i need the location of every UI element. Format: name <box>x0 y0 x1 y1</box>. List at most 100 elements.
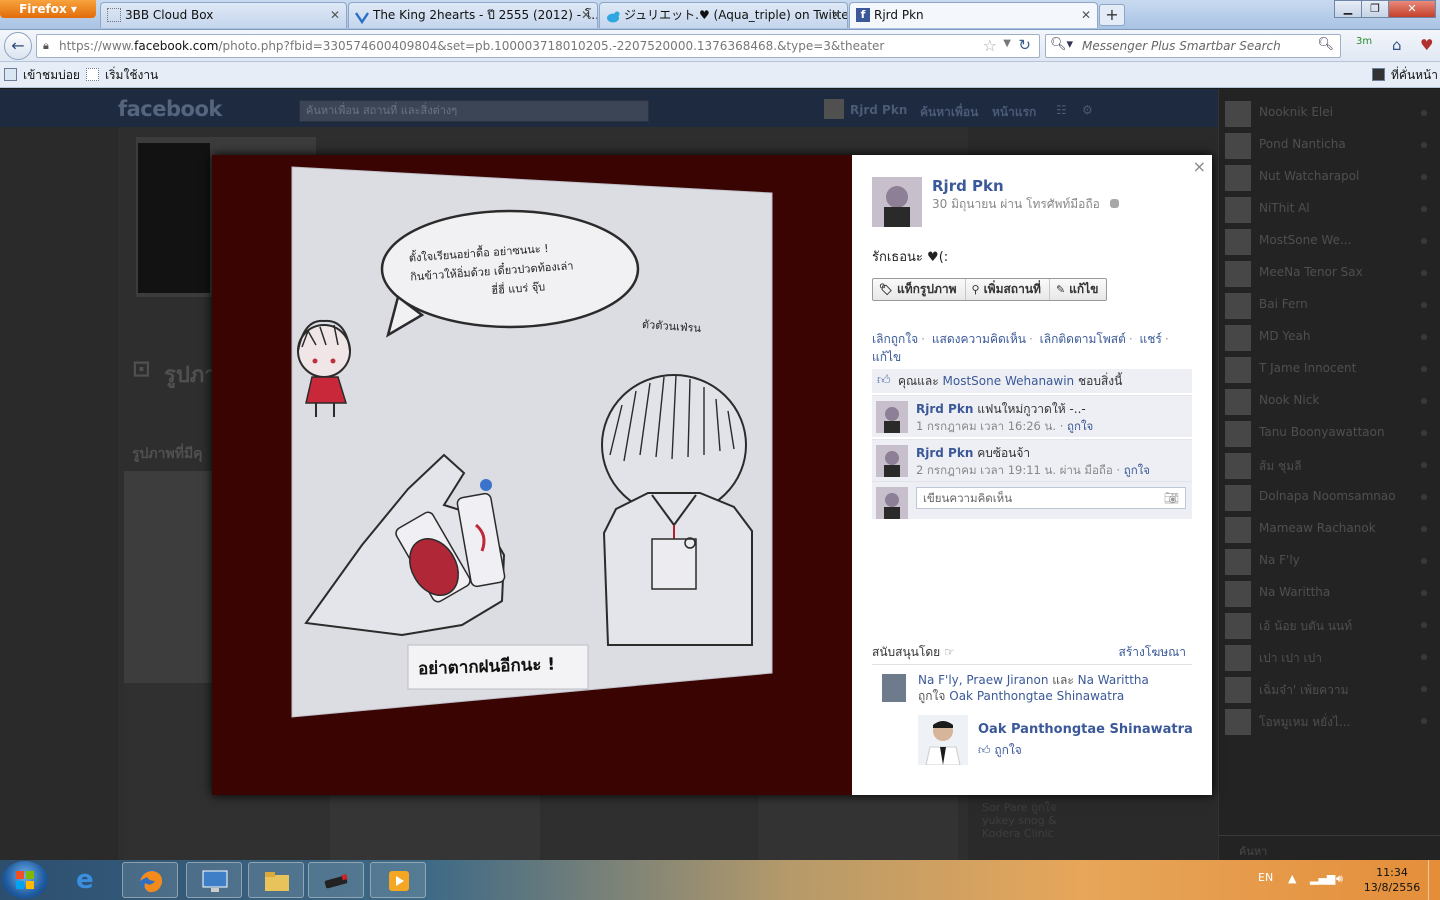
close-tab-icon[interactable]: ✕ <box>1081 3 1091 27</box>
privacy-icon[interactable] <box>1109 199 1119 208</box>
home-icon[interactable]: ⌂ <box>1392 36 1402 54</box>
tab-3bb[interactable]: 3BB Cloud Box ✕ <box>100 2 347 28</box>
close-tab-icon[interactable]: ✕ <box>330 3 340 27</box>
tab-twitter[interactable]: ジュリエット.♥ (Aqua_triple) on Twitter ✕ <box>599 2 848 28</box>
unfollow-post-link[interactable]: เลิกติดตามโพสต์ <box>1040 332 1126 346</box>
comment-like-link[interactable]: ถูกใจ <box>1124 463 1150 477</box>
clock[interactable]: 11:34 13/8/2556 <box>1362 865 1422 895</box>
show-desktop-button[interactable] <box>1428 860 1440 900</box>
share-link[interactable]: แชร์ <box>1140 332 1162 346</box>
unlike-link[interactable]: เลิกถูกใจ <box>872 332 918 346</box>
search-engine-icon[interactable]: 🔍︎▾ <box>1050 37 1073 52</box>
volume-icon[interactable]: 🔊︎ <box>1336 872 1343 886</box>
window-close-button[interactable]: ✕ <box>1388 0 1436 18</box>
usb-app-button[interactable] <box>308 862 364 898</box>
ad-page-name[interactable]: Oak Panthongtae Shinawatra <box>978 722 1193 737</box>
facebook-search-input[interactable]: ค้นหาเพื่อน สถานที่ และสิ่งต่างๆ <box>299 100 649 122</box>
firefox-taskbar-button[interactable] <box>122 862 178 898</box>
reload-icon[interactable]: ↻ <box>1018 36 1031 54</box>
back-button[interactable]: ← <box>4 32 32 60</box>
friend-name-link[interactable]: Na Warittha <box>1078 673 1149 687</box>
chat-contact[interactable]: Nooknik Elei <box>1219 97 1440 129</box>
create-ad-link[interactable]: สร้างโฆษณา <box>1119 643 1187 662</box>
camera-icon[interactable]: 📷︎ <box>1164 488 1179 508</box>
nav-find-friends[interactable]: ค้นหาเพื่อน <box>920 103 978 122</box>
owner-name[interactable]: Rjrd Pkn <box>932 177 1004 195</box>
bookmark-getting-started[interactable]: เริ่มใช้งาน <box>86 66 158 84</box>
bookmark-star-icon[interactable]: ☆ <box>983 36 997 55</box>
comment-author[interactable]: Rjrd Pkn <box>916 402 973 416</box>
comment-avatar[interactable] <box>876 401 908 433</box>
edit-link[interactable]: แก้ไข <box>872 350 901 364</box>
firefox-menu-button[interactable]: Firefox ▾ <box>0 0 96 18</box>
comment-like-link[interactable]: ถูกใจ <box>1067 419 1093 433</box>
explorer-button[interactable] <box>248 862 304 898</box>
bookmarks-menu[interactable]: ที่คั่นหน้า <box>1372 66 1438 84</box>
chat-contact[interactable]: MD Yeah <box>1219 321 1440 353</box>
comment-input[interactable]: เขียนความคิดเห็น 📷︎ <box>916 487 1186 509</box>
network-icon[interactable]: ▂▄▆ <box>1310 872 1335 885</box>
tag-photo-button[interactable]: 🏷︎ แท็กรูปภาพ <box>873 279 966 300</box>
nav-profile[interactable]: Rjrd Pkn <box>850 103 907 117</box>
search-bar[interactable]: 🔍︎▾ Messenger Plus Smartbar Search 🔍︎ <box>1045 34 1341 58</box>
internet-explorer-button[interactable]: e <box>62 862 118 898</box>
show-hidden-icons[interactable]: ▲ <box>1288 872 1296 885</box>
tab-king-2hearts[interactable]: The King 2hearts - ปี 2555 (2012) - โ...… <box>348 2 598 28</box>
chat-contact[interactable]: Na F'ly <box>1219 545 1440 577</box>
comment-link[interactable]: แสดงความคิดเห็น <box>932 332 1026 346</box>
chat-contact[interactable]: เอ้ น้อย บตัน นนท์ <box>1219 609 1440 641</box>
search-icon[interactable]: 🔍︎ <box>1317 37 1334 52</box>
remote-desktop-button[interactable] <box>186 862 242 898</box>
language-indicator[interactable]: EN <box>1258 871 1273 884</box>
chat-contact[interactable]: MostSone We... <box>1219 225 1440 257</box>
liker-link[interactable]: MostSone Wehanawin <box>943 374 1075 388</box>
chat-contact[interactable]: Nook Nick <box>1219 385 1440 417</box>
nav-home[interactable]: หน้าแรก <box>992 103 1036 122</box>
chat-contact[interactable]: เปา เปา เปา <box>1219 641 1440 673</box>
chat-contact[interactable]: Bai Fern <box>1219 289 1440 321</box>
comment-time[interactable]: 2 กรกฎาคม เวลา 19:11 น. ผ่าน มือถือ <box>916 463 1113 477</box>
history-dropdown-icon[interactable]: ▼ <box>1003 38 1011 49</box>
photo-stage[interactable]: ตั้งใจเรียนอย่าดื้อ อย่าซนนะ ! กินข้าวให… <box>212 155 852 795</box>
liked-page-link[interactable]: Oak Panthongtae Shinawatra <box>949 689 1124 703</box>
facebook-logo[interactable]: facebook <box>118 97 222 121</box>
chat-search-input[interactable]: ค้นหา <box>1239 842 1267 860</box>
chat-contact[interactable]: Dolnapa Noomsamnao <box>1219 481 1440 513</box>
tab-rjrd-pkn[interactable]: f Rjrd Pkn ✕ <box>849 2 1098 28</box>
media-player-button[interactable] <box>370 862 426 898</box>
chat-search[interactable]: ค้นหา <box>1219 835 1440 860</box>
close-tab-icon[interactable]: ✕ <box>581 3 591 27</box>
close-theater-icon[interactable]: × <box>1193 157 1206 176</box>
friend-requests-icon[interactable]: ☷ <box>1056 103 1067 117</box>
maximize-button[interactable]: ❐ <box>1361 0 1389 18</box>
minimize-button[interactable]: ▁ <box>1334 0 1362 18</box>
comment-author[interactable]: Rjrd Pkn <box>916 446 973 460</box>
url-bar[interactable]: 🔒︎ https://www.facebook.com/photo.php?fb… <box>36 34 1040 58</box>
chat-contact[interactable]: Mameaw Rachanok <box>1219 513 1440 545</box>
ad-image[interactable] <box>918 715 968 765</box>
bookmark-most-visited[interactable]: เข้าชมบ่อย <box>4 66 80 84</box>
owner-avatar[interactable] <box>872 177 922 227</box>
comment-avatar[interactable] <box>876 445 908 477</box>
avatar[interactable] <box>824 99 844 119</box>
chat-contact[interactable]: Nut Watcharapol <box>1219 161 1440 193</box>
chat-contact[interactable]: NiThit Al <box>1219 193 1440 225</box>
start-button[interactable] <box>2 861 48 899</box>
close-tab-icon[interactable]: ✕ <box>831 3 841 27</box>
heart-addon-icon[interactable]: ♥ <box>1420 36 1433 54</box>
chat-contact[interactable]: เฉิ่มจ๋า' เพ้ยความ <box>1219 673 1440 705</box>
chat-contact[interactable]: T Jame Innocent <box>1219 353 1440 385</box>
addon-icon[interactable]: 3m <box>1356 36 1372 47</box>
chat-contact[interactable]: Pond Nanticha <box>1219 129 1440 161</box>
add-location-button[interactable]: ⚲ เพิ่มสถานที่ <box>966 279 1050 300</box>
chat-contact[interactable]: ส้ม ชุมลี <box>1219 449 1440 481</box>
friend-names-link[interactable]: Na F'ly, Praew Jiranon <box>918 673 1048 687</box>
ad-like-button[interactable]: 👍︎ ถูกใจ <box>978 741 1022 760</box>
chat-contact[interactable]: Tanu Boonyawattaon <box>1219 417 1440 449</box>
edit-button[interactable]: ✎ แก้ไข <box>1050 279 1106 300</box>
comment-time[interactable]: 1 กรกฎาคม เวลา 16:26 น. <box>916 419 1056 433</box>
settings-gear-icon[interactable]: ⚙ <box>1082 103 1093 117</box>
chat-contact[interactable]: Na Warittha <box>1219 577 1440 609</box>
chat-contact[interactable]: MeeNa Tenor Sax <box>1219 257 1440 289</box>
friend-avatar[interactable] <box>882 674 906 702</box>
